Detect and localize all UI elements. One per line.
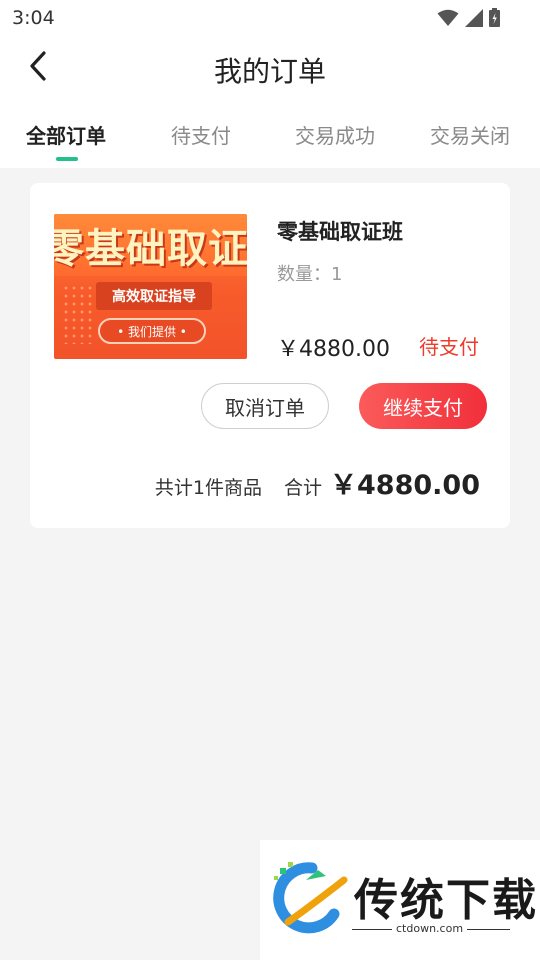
thumbnail-ribbon: 高效取证指导 [96, 282, 212, 310]
quantity-value: 1 [331, 264, 343, 285]
tab-pending-payment[interactable]: 待支付 [171, 120, 231, 149]
product-thumbnail[interactable]: 零基础取证班 高效取证指导 • 我们提供 • [54, 214, 247, 359]
title-bar: 我的订单 [0, 36, 540, 102]
order-tabs: 全部订单 待支付 交易成功 交易关闭 [0, 112, 540, 168]
status-bar: 3:04 [0, 0, 540, 36]
total-amount: ￥4880.00 [330, 470, 480, 501]
cancel-order-button[interactable]: 取消订单 [201, 383, 329, 429]
order-status: 待支付 [419, 335, 479, 359]
thumbnail-pill: • 我们提供 • [98, 318, 206, 344]
signal-icon [465, 8, 483, 27]
item-count: 共计1件商品 [154, 477, 262, 499]
status-time: 3:04 [12, 7, 55, 29]
product-name[interactable]: 零基础取证班 [277, 216, 403, 246]
quantity-row: 数量：1 [277, 260, 342, 286]
top-area: 3:04 我的订单 全部订单 待支付 交易成功 交易关闭 [0, 0, 540, 168]
battery-icon [489, 8, 500, 27]
tab-completed[interactable]: 交易成功 [295, 120, 375, 149]
tab-indicator [56, 157, 78, 161]
watermark-name: 传统下载 [354, 875, 538, 926]
order-summary: 共计1件商品 合计 ￥4880.00 [155, 463, 480, 502]
thumbnail-headline: 零基础取证班 [54, 226, 247, 272]
order-card[interactable]: 零基础取证班 高效取证指导 • 我们提供 • 零基础取证班 数量：1 ￥4880… [30, 183, 510, 528]
watermark-url: ctdown.com [392, 922, 468, 935]
watermark: 传统下载 ctdown.com [260, 840, 540, 960]
wifi-icon [437, 9, 459, 27]
unit-price: ￥4880.00 [277, 337, 390, 362]
continue-payment-button[interactable]: 继续支付 [359, 383, 487, 429]
tab-closed[interactable]: 交易关闭 [430, 120, 510, 149]
page-title: 我的订单 [213, 55, 326, 88]
status-icons [437, 8, 500, 27]
quantity-label: 数量： [277, 264, 331, 285]
tab-all-orders[interactable]: 全部订单 [26, 120, 106, 149]
watermark-logo-icon [268, 862, 348, 940]
total-label: 合计 [284, 477, 323, 499]
thumbnail-dots [62, 284, 92, 344]
